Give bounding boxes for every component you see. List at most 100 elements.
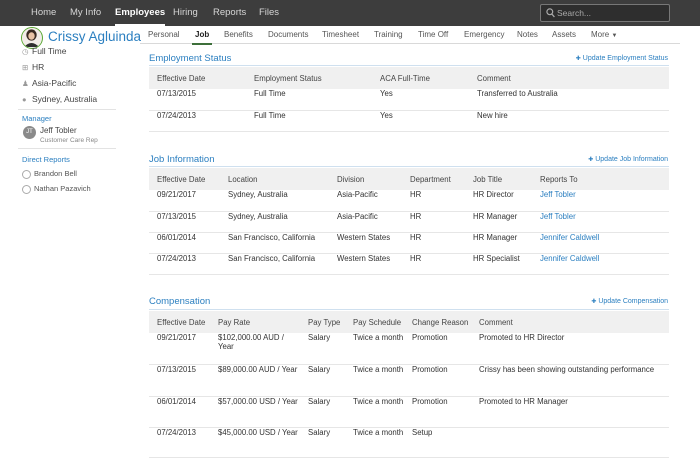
table-row[interactable]: 07/13/2015 $89,000.00 AUD / Year Salary … [149,364,669,397]
column-header[interactable]: Location [220,168,329,190]
table-row[interactable]: 07/24/2013 Full Time Yes New hire [149,110,669,132]
section-title-employment-status: Employment Status [149,53,232,64]
column-header[interactable]: Comment [471,311,669,333]
table-cell: HR Director [465,190,532,212]
column-header[interactable]: Pay Type [300,311,345,333]
table-cell: Full Time [246,110,372,132]
chevron-down-icon: ▼ [611,33,618,39]
table-cell: Twice a month [345,333,404,365]
table-cell: Jeff Tobler [532,190,669,212]
tab-documents[interactable]: Documents [268,30,308,39]
table-row[interactable]: 07/13/2015 Sydney, Australia Asia-Pacifi… [149,211,669,233]
column-header[interactable]: Pay Rate [210,311,300,333]
tab-personal[interactable]: Personal [148,30,180,39]
nav-employees[interactable]: Employees [115,0,166,26]
table-cell: 07/13/2015 [149,211,220,233]
manager-name[interactable]: Jeff Tobler [40,126,77,135]
tab-notes[interactable]: Notes [517,30,538,39]
direct-report-item[interactable]: Brandon Bell [22,169,77,179]
nav-my-info[interactable]: My Info [70,0,101,26]
column-header[interactable]: Comment [469,67,669,89]
tab-benefits[interactable]: Benefits [224,30,253,39]
table-cell: Promoted to HR Manager [471,396,669,428]
table-cell: 09/21/2017 [149,190,220,212]
tab-time-off[interactable]: Time Off [418,30,448,39]
column-header[interactable]: Pay Schedule [345,311,404,333]
reports-to-link[interactable]: Jeff Tobler [540,212,576,221]
table-row[interactable]: 06/01/2014 San Francisco, California Wes… [149,232,669,254]
section-divider [149,309,669,310]
plus-icon: ✚ [588,157,594,163]
table-cell: Jennifer Caldwell [532,232,669,254]
column-header[interactable]: Job Title [465,168,532,190]
update-compensation-link[interactable]: ✚ Update Compensation [591,298,668,305]
sidebar-department: ⊞ HR [22,62,44,72]
table-cell: Jennifer Caldwell [532,253,669,275]
table-cell: San Francisco, California [220,253,329,275]
nav-home[interactable]: Home [31,0,56,26]
table-header: Effective Date Location Division Departm… [149,168,669,190]
update-employment-status-label: Update Employment Status [582,55,668,62]
section-divider [149,65,669,66]
table-cell: 09/21/2017 [149,333,210,365]
column-header[interactable]: Change Reason [404,311,471,333]
search-input[interactable] [557,6,665,20]
search-box[interactable] [540,4,670,22]
table-cell: 06/01/2014 [149,232,220,254]
nav-files[interactable]: Files [259,0,279,26]
column-header[interactable]: Reports To [532,168,669,190]
table-cell: HR [402,232,465,254]
tab-training[interactable]: Training [374,30,403,39]
table-cell: HR Manager [465,232,532,254]
table-cell: 07/13/2015 [149,89,246,111]
table-row[interactable]: 09/21/2017 Sydney, Australia Asia-Pacifi… [149,190,669,212]
table-cell: 07/24/2013 [149,427,210,458]
manager-heading: Manager [22,114,52,123]
sidebar-division: ♟ Asia-Pacific [22,78,76,88]
column-header[interactable]: Effective Date [149,168,220,190]
table-cell: Promotion [404,396,471,428]
update-employment-status-link[interactable]: ✚ Update Employment Status [576,55,668,62]
table-row[interactable]: 07/24/2013 San Francisco, California Wes… [149,253,669,275]
table-cell: New hire [469,110,669,132]
table-cell: Salary [300,333,345,365]
table-cell: San Francisco, California [220,232,329,254]
direct-report-item[interactable]: Nathan Pazavich [22,184,91,194]
reports-to-link[interactable]: Jeff Tobler [540,190,576,199]
tab-more-label: More [591,30,610,39]
table-row[interactable]: 07/24/2013 $45,000.00 USD / Year Salary … [149,427,669,458]
reports-to-link[interactable]: Jennifer Caldwell [540,254,599,263]
tab-timesheet[interactable]: Timesheet [322,30,359,39]
table-cell: HR [402,190,465,212]
table-row[interactable]: 07/13/2015 Full Time Yes Transferred to … [149,89,669,111]
column-header[interactable]: Effective Date [149,311,210,333]
job-information-table: Effective Date Location Division Departm… [149,168,669,275]
table-row[interactable]: 06/01/2014 $57,000.00 USD / Year Salary … [149,396,669,428]
org-chart-icon: ⊞ [22,63,29,72]
nav-reports[interactable]: Reports [213,0,246,26]
reports-to-link[interactable]: Jennifer Caldwell [540,233,599,242]
table-cell: Sydney, Australia [220,190,329,212]
tab-job[interactable]: Job [191,30,213,45]
column-header[interactable]: Department [402,168,465,190]
update-job-information-link[interactable]: ✚ Update Job Information [588,156,668,163]
table-cell: Transferred to Australia [469,89,669,111]
manager-avatar[interactable]: JT [23,126,36,139]
table-cell: $45,000.00 USD / Year [210,427,300,458]
employee-name: Crissy Agluinda [48,29,142,44]
table-row[interactable]: 09/21/2017 $102,000.00 AUD / Year Salary… [149,333,669,365]
table-cell: 07/24/2013 [149,110,246,132]
table-cell: Twice a month [345,427,404,458]
tab-more[interactable]: More ▼ [591,30,617,39]
table-cell: 06/01/2014 [149,396,210,428]
column-header[interactable]: Employment Status [246,67,372,89]
column-header[interactable]: Division [329,168,402,190]
search-icon [546,8,555,18]
tab-emergency[interactable]: Emergency [464,30,504,39]
nav-hiring[interactable]: Hiring [173,0,198,26]
column-header[interactable]: ACA Full-Time [372,67,469,89]
table-cell: HR Specialist [465,253,532,275]
tab-assets[interactable]: Assets [552,30,576,39]
column-header[interactable]: Effective Date [149,67,246,89]
manager-title: Customer Care Rep [40,137,98,144]
